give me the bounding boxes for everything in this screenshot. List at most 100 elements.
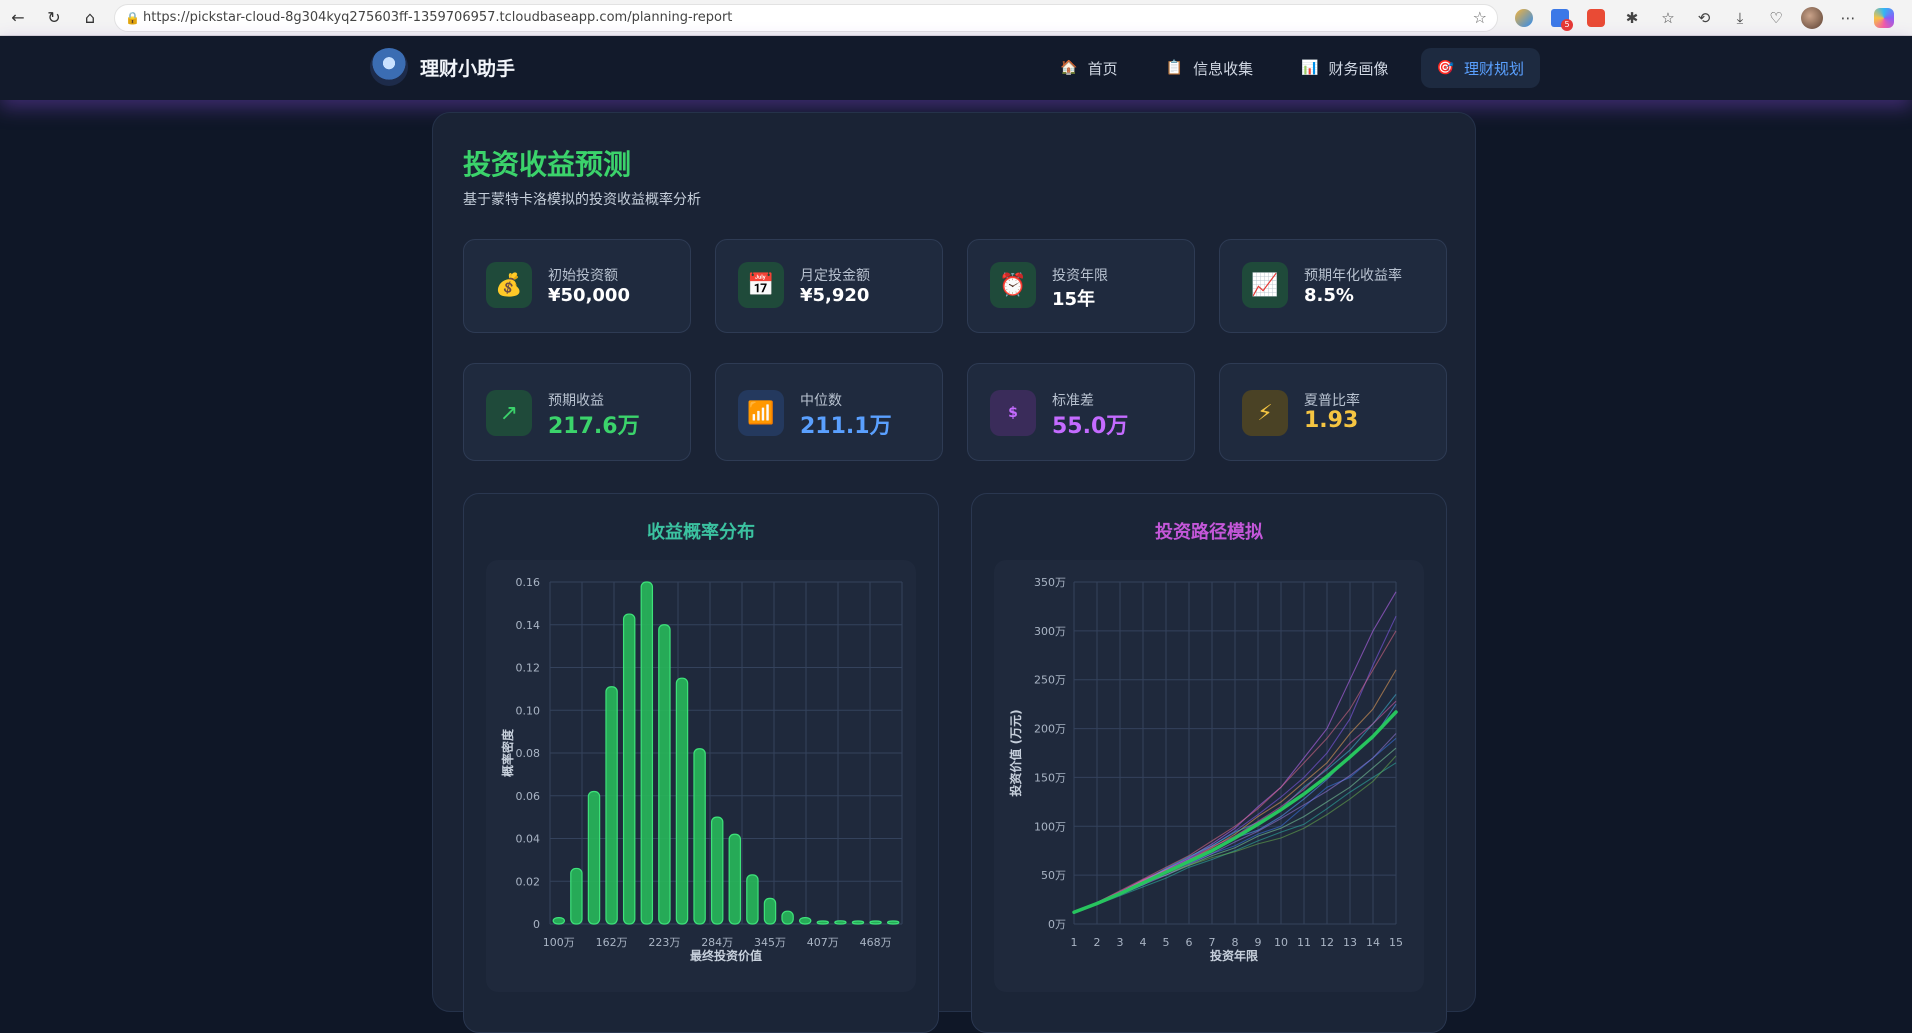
paths-chart-area: 0万 50万 100万 150万 200万 250万 300万 350万 1 2 3 4 5 6 7 8 9 10… xyxy=(994,560,1424,992)
lock-icon: 🔒 xyxy=(125,10,140,25)
y-axis-label: 投资价值 (万元) xyxy=(1008,709,1023,796)
x-tick-label: 9 xyxy=(1255,936,1262,949)
stat-value: 15年 xyxy=(1052,289,1096,310)
heart-pulse-icon[interactable]: ♡ xyxy=(1758,0,1794,36)
distribution-chart-area: 0 0.02 0.04 0.06 0.08 0.10 0.12 0.14 0.16 100万 162… xyxy=(486,560,916,992)
x-tick-label: 8 xyxy=(1232,936,1239,949)
stat-initial-investment: 💰 初始投资额 ¥50,000 xyxy=(463,239,691,333)
extension-icon[interactable] xyxy=(1506,0,1542,36)
stat-value: 217.6万 xyxy=(548,414,640,439)
y-tick-label: 100万 xyxy=(1034,820,1066,833)
histogram-bar xyxy=(622,613,636,925)
distribution-chart-title: 收益概率分布 xyxy=(647,522,755,543)
calendar-icon: 📅 xyxy=(738,262,784,308)
stat-value: ¥5,920 xyxy=(800,285,870,306)
y-tick-label: 200万 xyxy=(1034,723,1066,736)
stat-sharpe-ratio: ⚡ 夏普比率 1.93 xyxy=(1219,363,1447,461)
histogram-bar xyxy=(816,920,830,925)
stat-label: 预期收益 xyxy=(548,393,604,409)
y-tick-label: 0.04 xyxy=(516,833,541,846)
url-text: https://pickstar-cloud-8g304kyq275603ff-… xyxy=(143,10,733,25)
histogram-bar xyxy=(675,677,689,925)
histogram-bar xyxy=(746,874,759,925)
bar-chart-icon: 📶 xyxy=(738,390,784,436)
stat-expected-return-rate: 📈 预期年化收益率 8.5% xyxy=(1219,239,1447,333)
stat-expected-return: ↗ 预期收益 217.6万 xyxy=(463,363,691,461)
page-subtitle: 基于蒙特卡洛模拟的投资收益概率分析 xyxy=(463,192,701,208)
x-tick-label: 1 xyxy=(1071,936,1078,949)
histogram-bar xyxy=(693,748,706,925)
stat-label: 初始投资额 xyxy=(548,268,618,284)
stat-value: 211.1万 xyxy=(800,414,892,439)
trending-chart-icon: 📈 xyxy=(1242,262,1288,308)
favorites-icon[interactable]: ☆ xyxy=(1650,0,1686,36)
y-tick-label: 0.10 xyxy=(516,704,541,717)
stat-label: 预期年化收益率 xyxy=(1304,268,1402,284)
y-axis-label: 概率密度 xyxy=(500,728,515,777)
brand-logo-icon xyxy=(370,48,408,86)
nav-item-info[interactable]: 📋 信息收集 xyxy=(1150,48,1269,88)
extension-icon[interactable] xyxy=(1542,0,1578,36)
histogram-bar xyxy=(570,867,583,925)
refresh-icon[interactable]: ↻ xyxy=(36,0,72,36)
home-icon[interactable]: ⌂ xyxy=(72,0,108,36)
x-axis-label: 投资年限 xyxy=(1210,948,1258,963)
x-tick-label: 2 xyxy=(1094,936,1101,949)
stat-label: 中位数 xyxy=(800,393,842,409)
report-card: 投资收益预测 基于蒙特卡洛模拟的投资收益概率分析 💰 初始投资额 ¥50,000… xyxy=(432,112,1476,1033)
history-icon[interactable]: ⟲ xyxy=(1686,0,1722,36)
brand-name: 理财小助手 xyxy=(420,57,516,80)
bar-chart-icon: 📊 xyxy=(1301,60,1319,76)
extension-icon[interactable] xyxy=(1578,0,1614,36)
histogram-bar xyxy=(869,920,882,925)
nav-item-planning[interactable]: 🎯 理财规划 xyxy=(1420,48,1540,88)
stat-monthly-investment: 📅 月定投金额 ¥5,920 xyxy=(715,239,943,333)
profile-avatar[interactable] xyxy=(1794,0,1830,36)
y-tick-label: 0.12 xyxy=(516,662,541,675)
x-tick-label: 162万 xyxy=(596,936,628,949)
download-icon[interactable]: ⤓ xyxy=(1722,0,1758,36)
lightning-icon: ⚡ xyxy=(1242,390,1288,436)
histogram-bar xyxy=(834,920,847,925)
histogram-bar xyxy=(728,833,742,925)
nav-label: 首页 xyxy=(1087,59,1118,78)
x-tick-label: 14 xyxy=(1366,936,1380,949)
nav-label: 财务画像 xyxy=(1328,59,1389,78)
x-tick-label: 12 xyxy=(1320,936,1334,949)
stat-label: 月定投金额 xyxy=(800,268,870,284)
stat-median: 📶 中位数 211.1万 xyxy=(715,363,943,461)
y-tick-label: 0 xyxy=(533,918,540,931)
dollar-icon: $ xyxy=(990,390,1036,436)
x-tick-label: 5 xyxy=(1163,936,1170,949)
stat-label: 投资年限 xyxy=(1052,268,1108,284)
target-icon: 🎯 xyxy=(1436,60,1454,76)
y-tick-label: 0.02 xyxy=(516,875,541,888)
x-axis-label: 最终投资价值 xyxy=(690,948,762,963)
stat-label: 标准差 xyxy=(1052,393,1094,409)
histogram-bar xyxy=(763,897,777,925)
nav-item-home[interactable]: 🏠 首页 xyxy=(1044,48,1133,88)
copilot-icon[interactable] xyxy=(1866,0,1902,36)
nav-item-profile[interactable]: 📊 财务画像 xyxy=(1285,48,1404,88)
stat-std-deviation: $ 标准差 55.0万 xyxy=(967,363,1195,461)
favorite-star-icon[interactable]: ☆ xyxy=(1473,8,1487,27)
x-tick-label: 15 xyxy=(1389,936,1403,949)
back-icon[interactable]: ← xyxy=(0,0,36,36)
y-tick-label: 50万 xyxy=(1041,869,1066,882)
x-tick-label: 7 xyxy=(1209,936,1216,949)
more-icon[interactable]: ⋯ xyxy=(1830,0,1866,36)
home-icon: 🏠 xyxy=(1060,60,1078,76)
address-bar[interactable]: 🔒 https://pickstar-cloud-8g304kyq275603f… xyxy=(114,3,1498,32)
y-tick-label: 250万 xyxy=(1034,674,1066,687)
histogram-bar xyxy=(658,624,671,925)
histogram-bar xyxy=(798,916,812,925)
histogram-bar xyxy=(552,916,566,925)
stat-value: 8.5% xyxy=(1304,285,1354,306)
stat-value: 1.93 xyxy=(1304,408,1359,433)
brand[interactable]: 理财小助手 xyxy=(370,48,515,86)
extensions-puzzle-icon[interactable]: ✱ xyxy=(1614,0,1650,36)
nav-label: 理财规划 xyxy=(1463,59,1524,78)
alarm-clock-icon: ⏰ xyxy=(990,262,1036,308)
histogram-bar xyxy=(851,920,865,925)
y-tick-label: 0万 xyxy=(1048,918,1066,931)
